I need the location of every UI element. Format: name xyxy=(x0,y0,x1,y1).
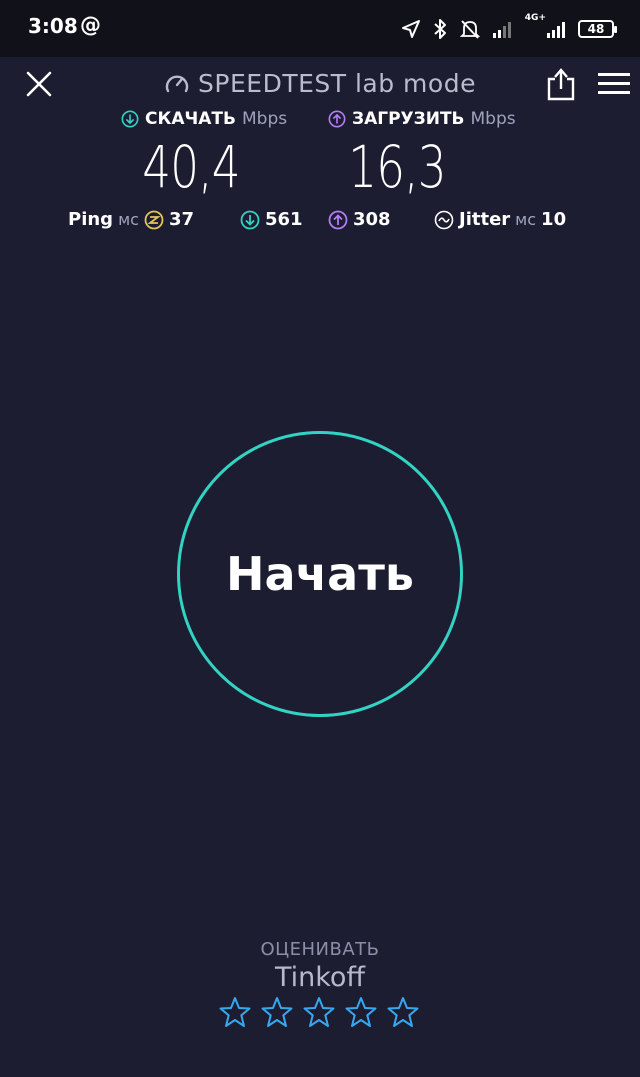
ping-label: Ping xyxy=(68,209,114,230)
ping-upload-value: 308 xyxy=(353,209,391,230)
app-header: SPEEDTEST lab mode xyxy=(0,57,640,109)
download-label: СКАЧАТЬ xyxy=(145,109,236,129)
ping-idle-icon xyxy=(144,210,164,229)
latency-row: Ping мс 37 561 308 Jitter мс 10 xyxy=(0,209,640,237)
ping-download-icon xyxy=(240,210,260,229)
mute-bell-icon xyxy=(459,20,480,39)
ping-unit: мс xyxy=(118,210,139,229)
star-4-icon[interactable] xyxy=(345,996,377,1028)
speedometer-icon xyxy=(165,75,189,93)
star-1-icon[interactable] xyxy=(219,996,251,1028)
jitter-icon xyxy=(434,210,454,229)
upload-unit: Mbps xyxy=(470,109,516,129)
download-arrow-icon xyxy=(121,110,139,128)
upload-label: ЗАГРУЗИТЬ xyxy=(352,109,465,129)
ping-idle-value: 37 xyxy=(168,209,194,230)
network-4g-icon: 4G+ xyxy=(525,13,568,39)
ping-download: 561 xyxy=(240,209,303,230)
share-icon[interactable] xyxy=(546,67,576,101)
network-type-label: 4G+ xyxy=(524,13,546,23)
jitter-label: Jitter xyxy=(459,209,511,230)
app-title: SPEEDTEST lab mode xyxy=(0,69,640,98)
jitter-value: 10 xyxy=(541,209,567,230)
rate-label: ОЦЕНИВАТЬ xyxy=(260,939,380,960)
signal-icon xyxy=(492,22,511,38)
status-time: 3:08 xyxy=(28,14,78,38)
rating-stars xyxy=(219,996,419,1028)
ping-idle: Ping мс 37 xyxy=(68,209,194,230)
at-notification-icon: @ xyxy=(80,13,101,37)
ping-download-value: 561 xyxy=(265,209,303,230)
provider-name: Tinkoff xyxy=(274,962,366,993)
upload-value: 16,3 xyxy=(348,133,446,201)
star-2-icon[interactable] xyxy=(261,996,293,1028)
location-icon xyxy=(401,20,420,38)
download-value: 40,4 xyxy=(142,133,240,201)
bluetooth-icon xyxy=(434,19,446,39)
battery-icon: 48 xyxy=(578,20,617,38)
ping-upload-icon xyxy=(328,210,348,229)
star-5-icon[interactable] xyxy=(387,996,419,1028)
upload-header: ЗАГРУЗИТЬ Mbps xyxy=(328,109,516,129)
status-bar: 3:08 @ 4G+ 48 xyxy=(0,0,640,57)
jitter: Jitter мс 10 xyxy=(434,209,566,230)
battery-level: 48 xyxy=(587,22,605,36)
menu-icon[interactable] xyxy=(598,73,630,95)
status-icons: 4G+ 48 xyxy=(401,13,617,43)
start-button[interactable]: Начать xyxy=(177,431,463,717)
download-header: СКАЧАТЬ Mbps xyxy=(121,109,287,129)
ping-upload: 308 xyxy=(328,209,391,230)
jitter-unit: мс xyxy=(515,210,537,229)
upload-arrow-icon xyxy=(328,110,346,128)
download-unit: Mbps xyxy=(241,109,288,129)
star-3-icon[interactable] xyxy=(303,996,335,1028)
start-button-label: Начать xyxy=(226,547,414,601)
title-text: SPEEDTEST lab mode xyxy=(198,69,476,98)
